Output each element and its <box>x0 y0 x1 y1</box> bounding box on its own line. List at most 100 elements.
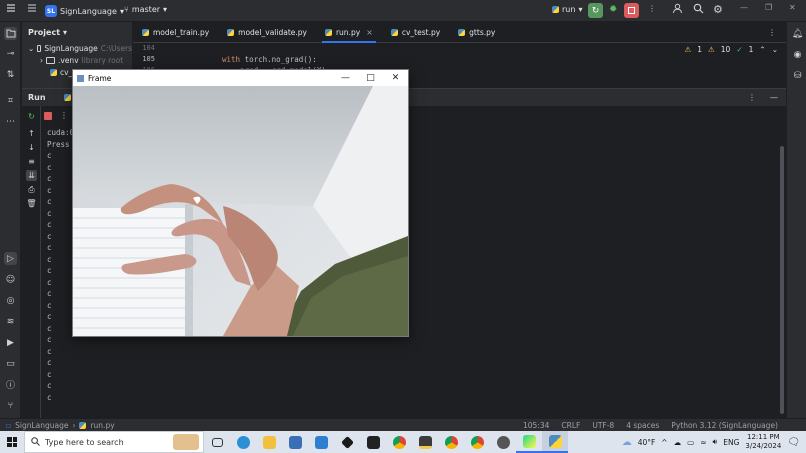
notification-center-icon[interactable]: 🗨︎ <box>787 437 800 448</box>
debug-icon[interactable]: ✹ <box>609 4 617 15</box>
console-output[interactable]: cuda:0 Press c c c c c c c c c c c c c c c c c c c c c c <box>47 127 74 403</box>
stop-button[interactable] <box>624 3 639 18</box>
chevron-down-icon[interactable]: ⌄ <box>772 45 778 54</box>
hamburger-icon[interactable] <box>6 3 16 16</box>
layers-icon[interactable]: ≋ <box>4 315 17 328</box>
settings-app-icon[interactable] <box>490 431 516 453</box>
tab-gtts[interactable]: gtts.py <box>449 22 504 43</box>
hide-panel-icon[interactable]: — <box>770 93 778 102</box>
console-line: c <box>47 312 52 321</box>
tree-item-venv[interactable]: › .venv library root <box>22 54 132 66</box>
notes-app-icon[interactable] <box>412 431 438 453</box>
rerun-button[interactable]: ↻ <box>588 3 603 18</box>
console-line: cuda:0 <box>47 128 75 137</box>
interpreter[interactable]: Python 3.12 (SignLanguage) <box>671 421 778 430</box>
notion-icon[interactable] <box>360 431 386 453</box>
chevron-up-icon[interactable]: ⌃ <box>759 45 765 54</box>
notifications-icon[interactable]: 🔔︎ <box>791 27 804 40</box>
inspection-widget[interactable]: ⚠ 1 ⚠ 10 ✓ 1 ⌃ ⌄ <box>685 45 778 54</box>
frame-maximize-icon[interactable]: □ <box>358 70 383 86</box>
more-icon[interactable]: ⋮ <box>648 4 656 13</box>
chrome-alt-icon[interactable] <box>464 431 490 453</box>
python-packages-icon[interactable]: ◎ <box>4 294 17 307</box>
console-line: Press <box>47 139 70 149</box>
python-console-icon[interactable]: ☺ <box>4 273 17 286</box>
dropbox-icon[interactable] <box>334 431 360 453</box>
console-more-icon[interactable]: ⋮ <box>60 111 68 120</box>
settings-icon[interactable]: ⚙ <box>713 3 723 16</box>
tab-model-validate[interactable]: model_validate.py <box>218 22 316 43</box>
mail-icon[interactable] <box>308 431 334 453</box>
project-panel-header[interactable]: Project ▾ <box>22 22 132 42</box>
git-icon[interactable]: ⑂ <box>4 399 17 412</box>
run-tool-icon[interactable]: ▷ <box>4 252 17 265</box>
breadcrumb: ▫ SignLanguage › run.py <box>0 421 115 430</box>
frame-minimize-icon[interactable]: — <box>333 70 358 86</box>
more-tools-icon[interactable]: ⋯ <box>4 115 17 128</box>
chrome-profile-icon[interactable] <box>438 431 464 453</box>
tree-item-root[interactable]: ⌄ SignLanguage C:\Users <box>22 42 132 54</box>
caret-position[interactable]: 105:34 <box>523 421 549 430</box>
console-line: c <box>47 174 52 183</box>
task-view-icon[interactable] <box>204 431 230 453</box>
problems-icon[interactable]: ⓘ <box>4 378 17 391</box>
pull-requests-icon[interactable]: ⇅ <box>4 68 17 81</box>
project-selector[interactable]: SL SignLanguage ▾ <box>45 5 124 17</box>
chevron-up-icon[interactable]: ^ <box>661 438 667 447</box>
services-icon[interactable]: ▶ <box>4 336 17 349</box>
branch-selector[interactable]: ⑂ master ▾ <box>124 5 167 14</box>
maximize-icon[interactable]: ❐ <box>765 3 772 12</box>
frame-close-icon[interactable]: ✕ <box>383 70 408 86</box>
tab-run[interactable]: run.py × <box>316 22 382 43</box>
close-icon[interactable]: ✕ <box>789 3 796 12</box>
pycharm-icon[interactable] <box>516 431 542 453</box>
up-arrow-icon[interactable]: ↑ <box>26 128 37 139</box>
file-encoding[interactable]: UTF-8 <box>592 421 614 430</box>
breadcrumb-file[interactable]: run.py <box>90 421 114 430</box>
close-tab-icon[interactable]: × <box>366 28 373 37</box>
structure-tool-icon[interactable]: ⌗ <box>4 94 17 107</box>
weather-temp[interactable]: 40°F <box>638 438 656 447</box>
chrome-icon[interactable] <box>386 431 412 453</box>
tab-model-train[interactable]: model_train.py <box>133 22 218 43</box>
minimize-icon[interactable]: — <box>740 3 748 12</box>
stop-small-icon[interactable] <box>44 111 52 120</box>
soft-wrap-icon[interactable]: ≡ <box>26 156 37 167</box>
tab-cv-test[interactable]: cv_test.py <box>382 22 449 43</box>
trash-icon[interactable]: 🗑︎ <box>26 198 37 209</box>
run-options-icon[interactable]: ⋮ <box>748 93 756 102</box>
commit-tool-icon[interactable]: ⊸ <box>4 47 17 60</box>
console-scrollbar[interactable] <box>780 146 784 414</box>
ai-assistant-icon[interactable]: ◉ <box>791 48 804 61</box>
menu-icon[interactable] <box>27 3 37 16</box>
print-icon[interactable]: ⎙ <box>26 184 37 195</box>
weather-icon[interactable]: ☁ <box>622 437 632 448</box>
profile-icon[interactable] <box>672 3 683 17</box>
language-indicator[interactable]: ENG <box>723 438 739 447</box>
down-arrow-icon[interactable]: ↓ <box>26 142 37 153</box>
project-tool-icon[interactable] <box>4 27 17 40</box>
python-window-icon[interactable] <box>542 431 568 453</box>
scroll-to-end-icon[interactable]: ⇊ <box>26 170 37 181</box>
wifi-icon[interactable]: ≈ <box>700 438 706 447</box>
clock[interactable]: 12:11 PM 3/24/2024 <box>745 433 781 451</box>
edge-browser-icon[interactable] <box>230 431 256 453</box>
file-explorer-icon[interactable] <box>256 431 282 453</box>
frame-titlebar[interactable]: Frame — □ ✕ <box>73 70 408 86</box>
breadcrumb-project[interactable]: SignLanguage <box>15 421 68 430</box>
store-icon[interactable] <box>282 431 308 453</box>
onedrive-icon[interactable]: ☁ <box>674 438 682 447</box>
run-config-selector[interactable]: run ▾ <box>552 5 582 14</box>
battery-icon[interactable]: ▭ <box>687 438 694 447</box>
database-icon[interactable]: ⛁ <box>791 69 804 82</box>
console-line: c <box>47 381 52 390</box>
line-separator[interactable]: CRLF <box>561 421 580 430</box>
folder-icon <box>46 56 55 64</box>
volume-icon[interactable]: 🔊︎ <box>712 437 717 447</box>
indent-setting[interactable]: 4 spaces <box>626 421 659 430</box>
terminal-icon[interactable]: ▭ <box>4 357 17 370</box>
tabs-more-icon[interactable]: ⋮ <box>768 28 776 37</box>
start-button[interactable] <box>0 431 24 453</box>
search-icon[interactable] <box>693 3 704 16</box>
taskbar-search[interactable]: Type here to search <box>24 431 204 453</box>
